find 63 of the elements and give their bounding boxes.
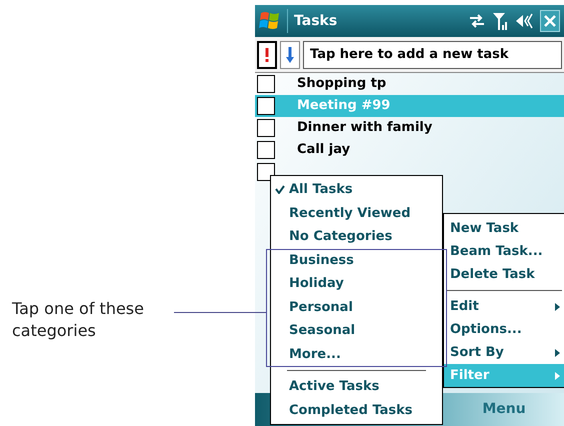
menu-item[interactable]: Options... [444,318,564,341]
filter-menu-item[interactable]: Holiday [271,272,442,296]
filter-menu-label: Holiday [289,275,344,293]
priority-button[interactable] [257,40,277,68]
check-icon [275,185,285,194]
filter-menu-item[interactable]: Business [271,248,442,272]
submenu-arrow-icon [555,348,560,356]
sort-button[interactable] [280,40,300,68]
menu-item[interactable]: New Task [444,217,564,240]
sync-arrows-icon[interactable] [468,13,486,29]
filter-menu-item[interactable]: Recently Viewed [271,202,442,225]
task-row[interactable]: Call jay [255,139,564,161]
task-checkbox[interactable] [257,163,275,181]
window-title: Tasks [294,12,338,30]
filter-menu-label: More... [289,346,341,364]
filter-menu-label: No Categories [289,228,392,246]
filter-menu-label: Completed Tasks [289,402,413,420]
callout-text: Tap one of these categories [12,298,145,342]
task-checkbox[interactable] [257,97,275,115]
menu-item-label: Sort By [450,344,505,362]
task-row[interactable]: Dinner with family [255,117,564,139]
task-row[interactable]: Shopping tp [255,73,564,95]
menu-item[interactable]: Edit [444,295,564,318]
filter-menu-label: All Tasks [289,181,353,199]
menu-item-label: Edit [450,298,480,316]
filter-menu-item[interactable]: Seasonal [271,319,442,342]
task-name: Shopping tp [297,75,386,94]
task-checkbox[interactable] [257,141,275,159]
menu-item-label: Delete Task [450,266,536,284]
menu-softkey[interactable]: Menu [444,393,564,426]
filter-menu-label: Recently Viewed [289,204,411,222]
task-checkbox[interactable] [257,75,275,93]
menu-item[interactable]: Beam Task... [444,240,564,263]
filter-menu-item[interactable]: Personal [271,296,442,319]
submenu-arrow-icon [555,372,560,380]
close-button[interactable] [540,10,560,32]
menu-item-label: New Task [450,220,520,238]
speaker-icon[interactable] [514,12,534,30]
task-name: Dinner with family [297,119,432,138]
filter-menu-item[interactable]: More... [271,342,442,366]
filter-menu-label: Active Tasks [289,378,380,396]
task-checkbox[interactable] [257,119,275,137]
filter-menu-label: Business [289,252,354,270]
start-logo-icon[interactable] [259,10,281,32]
exclamation-icon [265,48,269,62]
close-icon [544,15,556,27]
menu-item-label: Filter [450,366,490,385]
menu-item[interactable]: Delete Task [444,263,564,286]
filter-menu-item[interactable]: Active Tasks [271,375,442,398]
menu-item[interactable]: Sort By [444,341,564,364]
filter-menu-label: Seasonal [289,322,356,340]
menu-item-label: Beam Task... [450,242,544,261]
filter-menu-item[interactable]: Completed Tasks [271,398,442,422]
menu-item-label: Options... [450,320,523,339]
task-name: Call jay [297,141,350,160]
signal-icon[interactable] [492,11,508,31]
task-name: Meeting #99 [297,97,390,116]
filter-menu-item[interactable]: No Categories [271,225,442,248]
new-task-field[interactable]: Tap here to add a new task [303,40,562,68]
filter-menu-item[interactable]: All Tasks [271,178,442,202]
filter-menu-label: Personal [289,298,353,316]
down-arrow-icon [286,46,294,62]
submenu-arrow-icon [555,302,560,310]
